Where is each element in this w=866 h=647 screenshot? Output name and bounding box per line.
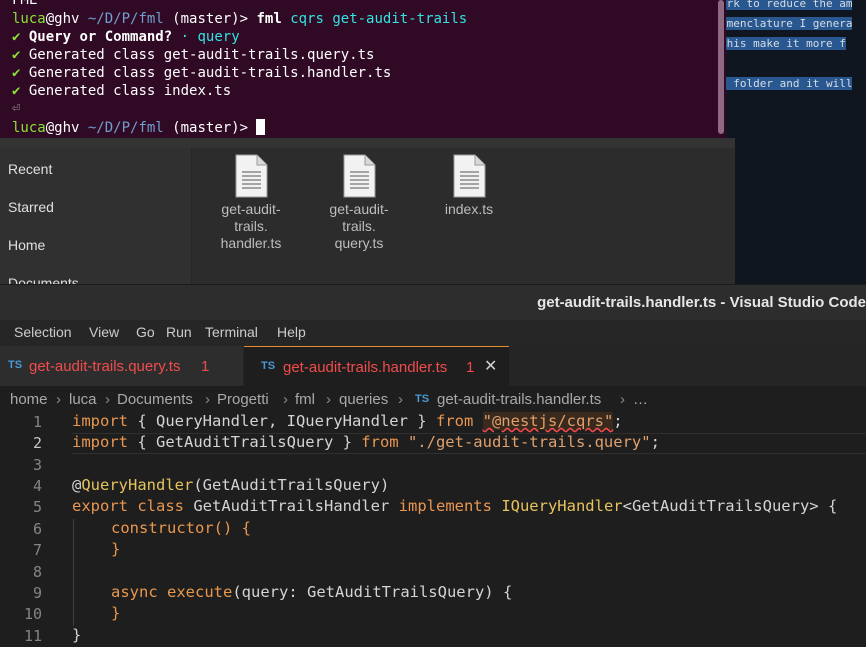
breadcrumb-file[interactable]: get-audit-trails.handler.ts [437, 391, 601, 408]
browser-text-line: t folder and it will [720, 77, 853, 90]
code-line: @QueryHandler(GetAuditTrailsQuery) [72, 476, 390, 494]
line-number: 6 [32, 520, 42, 538]
file-manager-sidebar: Recent Starred Home Documents [0, 148, 192, 284]
breadcrumb-separator: › [205, 391, 210, 408]
terminal-output-line: ✔ Generated class get-audit-trails.query… [12, 47, 375, 63]
line-number: 10 [23, 605, 42, 623]
check-icon: ✔ [12, 83, 21, 99]
typescript-icon: TS [415, 393, 430, 405]
code-line: async execute(query: GetAuditTrailsQuery… [111, 583, 513, 601]
breadcrumb-separator: › [283, 391, 288, 408]
sidebar-item-documents[interactable]: Documents [8, 275, 79, 284]
tab-handler[interactable]: TS get-audit-trails.handler.ts 1 ✕ [244, 346, 509, 386]
line-number: 3 [32, 456, 42, 474]
breadcrumb-separator: › [398, 391, 403, 408]
terminal-question-line: ✔ Query or Command? · query [12, 29, 240, 45]
file-name: get-audit- trails. handler.ts [220, 201, 282, 251]
terminal-scrollbar[interactable] [718, 0, 724, 134]
terminal-window[interactable]: FML luca@ghv ~/D/P/fml (master)> fml cqr… [0, 0, 726, 138]
breadcrumb-documents[interactable]: Documents [117, 391, 193, 408]
file-item-query[interactable]: get-audit- trails. query.ts [314, 154, 404, 252]
browser-text-line: omenclature I genera [720, 17, 853, 30]
terminal-active-prompt[interactable]: luca@ghv ~/D/P/fml (master)> [12, 119, 266, 136]
menu-selection[interactable]: Selection [14, 324, 72, 340]
breadcrumb-progetti[interactable]: Progetti [217, 391, 269, 408]
breadcrumb: home › luca › Documents › Progetti › fml… [0, 386, 866, 412]
breadcrumb-separator: › [620, 391, 625, 408]
code-line: } [72, 626, 82, 644]
tab-query[interactable]: TS get-audit-trails.query.ts 1 [0, 346, 243, 386]
menu-help[interactable]: Help [277, 324, 306, 340]
check-icon: ✔ [12, 65, 21, 81]
breadcrumb-luca[interactable]: luca [69, 391, 97, 408]
check-icon: ✔ [12, 29, 21, 45]
breadcrumb-queries[interactable]: queries [339, 391, 388, 408]
line-number: 9 [32, 584, 42, 602]
text-file-icon [234, 154, 268, 198]
window-title: get-audit-trails.handler.ts - Visual Stu… [537, 294, 866, 311]
file-manager-content: get-audit- trails. handler.ts get-audit-… [192, 148, 735, 284]
file-manager-window: Recent Starred Home Documents get-audit-… [0, 138, 735, 284]
check-icon: ✔ [12, 47, 21, 63]
breadcrumb-separator: › [105, 391, 110, 408]
line-number: 8 [32, 563, 42, 581]
tab-label: get-audit-trails.handler.ts [283, 359, 448, 376]
file-item-index[interactable]: index.ts [424, 154, 514, 218]
sidebar-item-starred[interactable]: Starred [8, 199, 54, 215]
background-browser-lower [735, 138, 866, 284]
code-editor[interactable]: 1 2 3 4 5 6 7 8 9 10 11 import { QueryHa… [0, 412, 866, 647]
text-file-icon [342, 154, 376, 198]
terminal-output-line: ✔ Generated class get-audit-trails.handl… [12, 65, 392, 81]
title-bar: get-audit-trails.handler.ts - Visual Stu… [0, 284, 866, 321]
problem-count: 1 [201, 358, 210, 375]
close-icon[interactable]: ✕ [484, 356, 497, 375]
line-number: 7 [32, 541, 42, 559]
line-number: 4 [32, 477, 42, 495]
breadcrumb-home[interactable]: home [10, 391, 48, 408]
terminal-prompt-line: luca@ghv ~/D/P/fml (master)> fml cqrs ge… [12, 11, 468, 27]
line-number: 1 [32, 413, 42, 431]
typescript-icon: TS [261, 360, 276, 372]
code-line: import { GetAuditTrailsQuery } from "./g… [72, 433, 660, 451]
code-line: constructor() { [111, 519, 251, 537]
code-line: import { QueryHandler, IQueryHandler } f… [72, 412, 623, 430]
sidebar-item-home[interactable]: Home [8, 237, 45, 253]
sidebar-item-recent[interactable]: Recent [8, 161, 52, 177]
problem-count: 1 [466, 359, 475, 376]
file-item-handler[interactable]: get-audit- trails. handler.ts [206, 154, 296, 252]
line-number: 2 [32, 434, 42, 452]
breadcrumb-fml[interactable]: fml [295, 391, 315, 408]
code-line: export class GetAuditTrailsHandler imple… [72, 497, 838, 515]
file-name: get-audit- trails. query.ts [329, 201, 389, 251]
line-number: 11 [23, 627, 42, 645]
background-browser: ork to reduce the am omenclature I gener… [718, 0, 866, 138]
line-number: 5 [32, 498, 42, 516]
error-squiggle: "@nestjs/cqrs" [482, 412, 614, 430]
typescript-icon: TS [8, 359, 23, 371]
menu-terminal[interactable]: Terminal [205, 324, 258, 340]
code-line: } [111, 604, 121, 622]
text-file-icon [452, 154, 486, 198]
code-line: } [111, 540, 121, 558]
menu-view[interactable]: View [89, 324, 119, 340]
terminal-top-text: FML [12, 0, 38, 8]
file-name: index.ts [444, 201, 494, 217]
browser-text-line: ork to reduce the am [720, 0, 853, 10]
breadcrumb-separator: › [56, 391, 61, 408]
terminal-output-line: ✔ Generated class index.ts [12, 83, 232, 99]
editor-tabs: TS get-audit-trails.query.ts 1 TS get-au… [0, 346, 866, 386]
terminal-cursor [256, 119, 266, 135]
browser-text-line: this make it more f [720, 37, 846, 50]
menu-go[interactable]: Go [136, 324, 155, 340]
tab-label: get-audit-trails.query.ts [29, 358, 181, 375]
menu-run[interactable]: Run [166, 324, 192, 340]
vscode-window: get-audit-trails.handler.ts - Visual Stu… [0, 284, 866, 647]
indent-guide [73, 519, 74, 626]
return-icon: ⏎ [12, 100, 21, 116]
breadcrumb-separator: › [326, 391, 331, 408]
breadcrumb-more[interactable]: … [633, 391, 648, 408]
menu-bar: t Selection View Go Run Terminal Help [0, 320, 866, 346]
